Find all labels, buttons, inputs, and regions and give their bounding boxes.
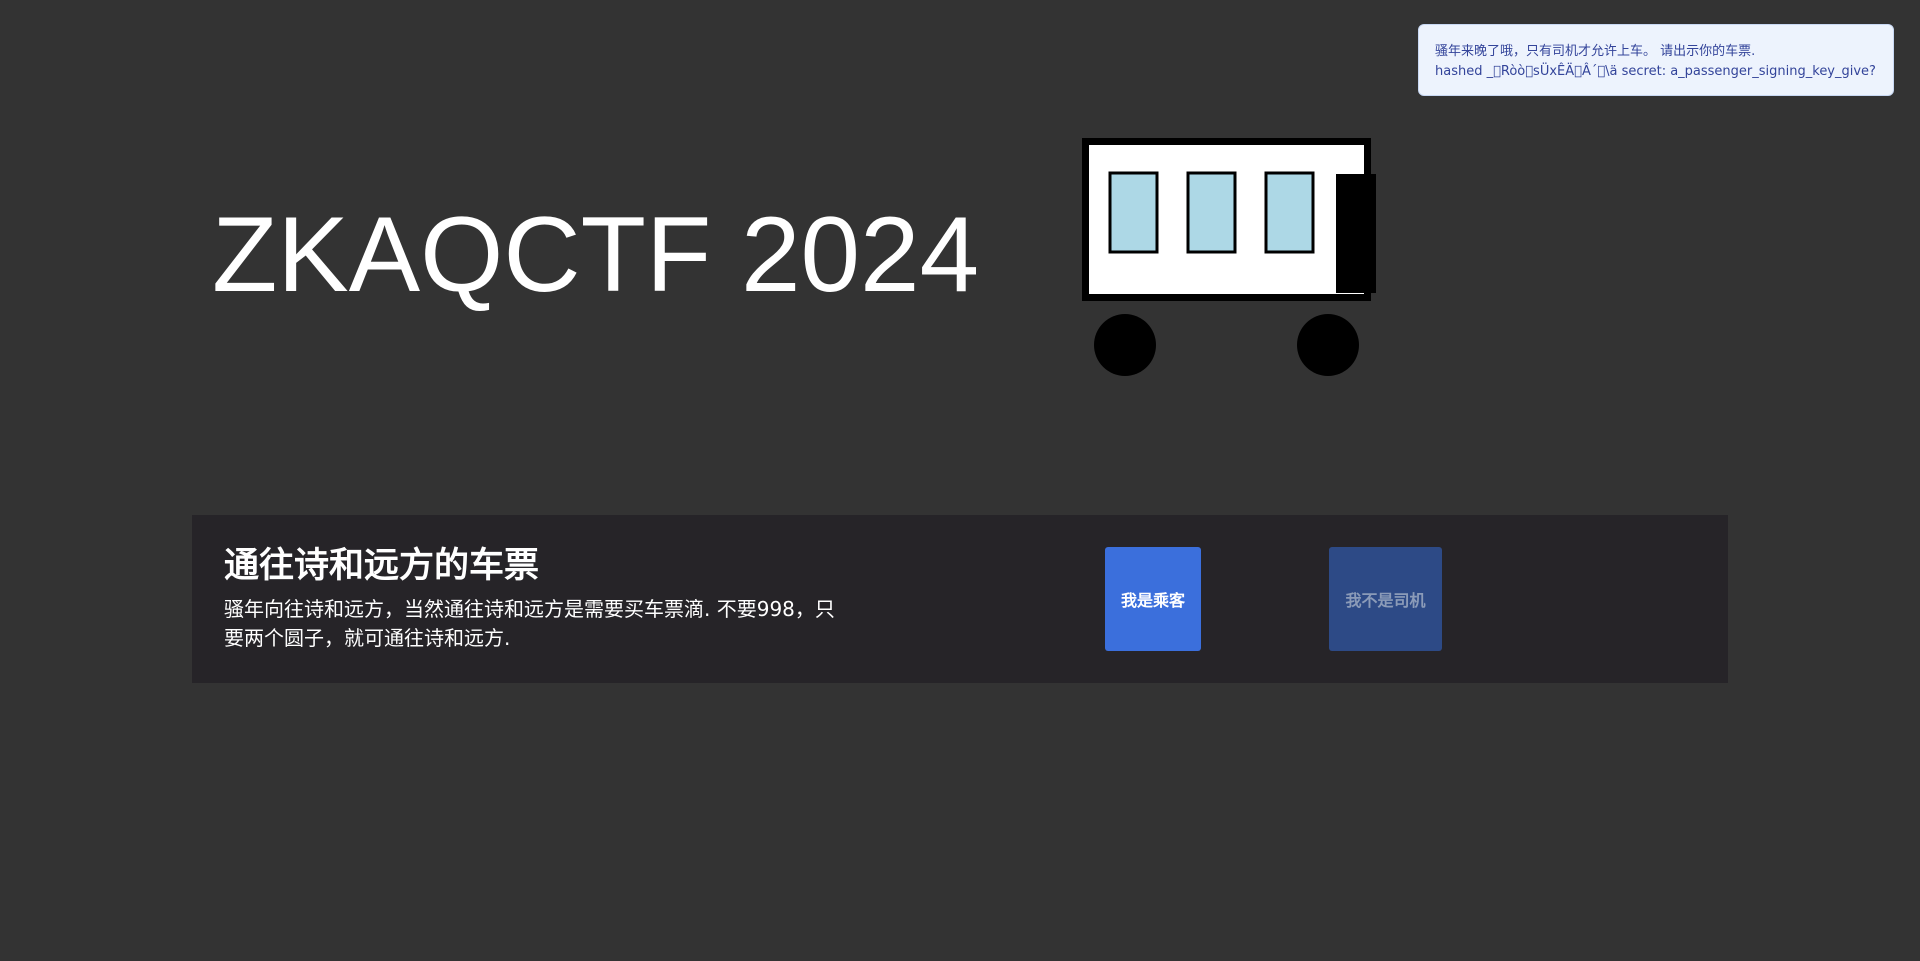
bus-door bbox=[1336, 174, 1376, 293]
bus-window-2 bbox=[1186, 171, 1237, 254]
bus-wheel-front bbox=[1094, 314, 1156, 376]
ticket-panel: 通往诗和远方的车票 骚年向往诗和远方，当然通往诗和远方是需要买车票滴. 不要99… bbox=[192, 515, 1728, 683]
page: 骚年来晚了哦，只有司机才允许上车。 请出示你的车票. hashed _ Ròò … bbox=[0, 0, 1920, 961]
page-title: ZKAQCTF 2024 bbox=[212, 194, 980, 314]
notification-toast: 骚年来晚了哦，只有司机才允许上车。 请出示你的车票. hashed _ Ròò … bbox=[1418, 24, 1894, 96]
toast-secret-text: hashed _ Ròò sÜxÊÄ Â´ \ä secret: a_passe… bbox=[1435, 64, 1876, 79]
bus-window-1 bbox=[1108, 171, 1159, 254]
passenger-button[interactable]: 我是乘客 bbox=[1105, 547, 1201, 651]
bus-illustration bbox=[1082, 138, 1376, 376]
ticket-heading: 通往诗和远方的车票 bbox=[224, 546, 540, 586]
ticket-description: 骚年向往诗和远方，当然通往诗和远方是需要买车票滴. 不要998，只要两个圆子，就… bbox=[224, 597, 835, 650]
bus-window-3 bbox=[1264, 171, 1315, 254]
not-driver-button[interactable]: 我不是司机 bbox=[1329, 547, 1442, 651]
toast-message: 骚年来晚了哦，只有司机才允许上车。 请出示你的车票. bbox=[1435, 44, 1756, 59]
bus-wheel-rear bbox=[1297, 314, 1359, 376]
